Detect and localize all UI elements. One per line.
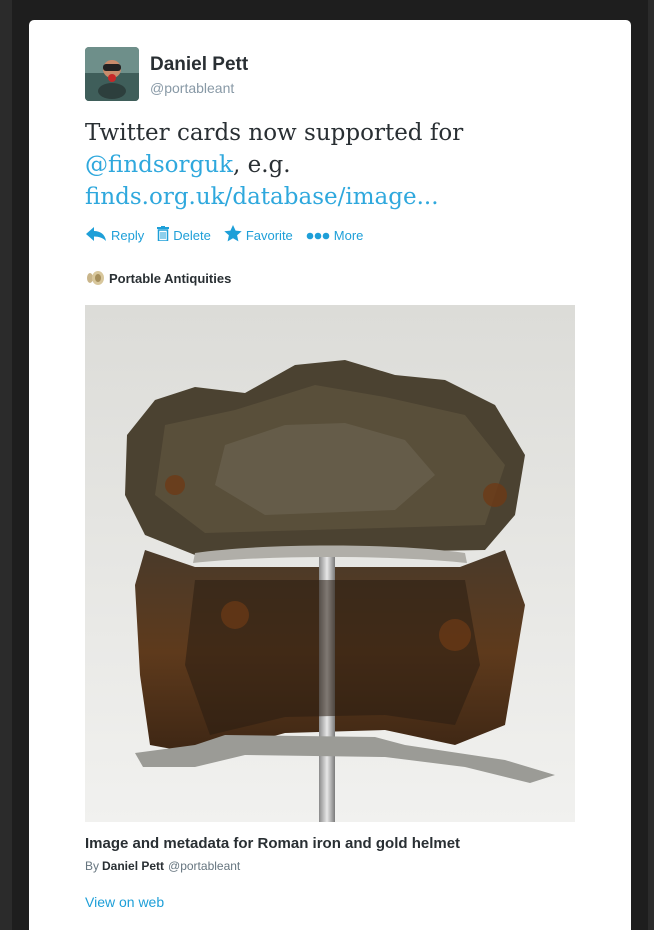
byline-author[interactable]: Daniel Pett — [102, 859, 164, 873]
card-source-label: Portable Antiquities — [109, 270, 232, 286]
portable-antiquities-logo — [85, 270, 105, 286]
tweet-card: Daniel Pett @portableant Twitter cards n… — [29, 20, 631, 930]
tweet-text: Twitter cards now supported for @findsor… — [85, 117, 585, 213]
view-on-web-link[interactable]: View on web — [85, 894, 164, 910]
reply-label: Reply — [111, 227, 145, 243]
card-byline: By Daniel Pett @portableant — [85, 859, 240, 873]
more-dots-icon — [306, 228, 334, 243]
delete-button[interactable]: Delete — [157, 226, 211, 244]
card-title[interactable]: Image and metadata for Roman iron and go… — [85, 835, 460, 852]
tweet-text-suffix: , e.g. — [233, 152, 291, 178]
byline-prefix: By — [85, 859, 100, 873]
card-source[interactable]: Portable Antiquities — [85, 270, 231, 286]
helmet-photo[interactable] — [85, 305, 575, 822]
avatar[interactable] — [85, 47, 139, 101]
mention-link[interactable]: @findsorguk — [85, 152, 233, 178]
reply-arrow-icon — [85, 226, 111, 245]
more-button[interactable]: More — [306, 227, 364, 243]
tweet-actions: Reply Delete Favorite More — [85, 223, 376, 247]
tweet-url-link[interactable]: finds.org.uk/database/image... — [85, 184, 439, 210]
star-icon — [224, 225, 246, 245]
tweet-header: Daniel Pett @portableant — [85, 47, 565, 103]
author-name[interactable]: Daniel Pett — [150, 54, 248, 76]
delete-label: Delete — [173, 227, 211, 243]
author-handle[interactable]: @portableant — [150, 80, 234, 96]
reply-button[interactable]: Reply — [85, 226, 144, 245]
favorite-button[interactable]: Favorite — [224, 225, 293, 245]
favorite-label: Favorite — [245, 227, 293, 243]
trash-icon — [157, 226, 173, 244]
byline-handle[interactable]: @portableant — [168, 859, 240, 873]
tweet-text-line2: @findsorguk, e.g. — [85, 149, 585, 181]
tweet-text-line1: Twitter cards now supported for — [85, 120, 464, 146]
more-label: More — [333, 227, 364, 243]
